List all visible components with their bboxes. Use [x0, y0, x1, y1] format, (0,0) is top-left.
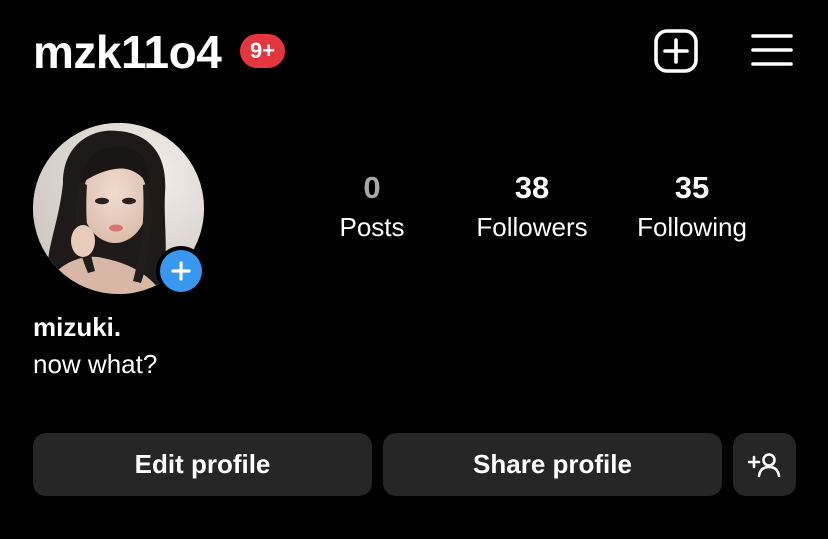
notification-badge[interactable]: 9+: [240, 34, 285, 68]
menu-button[interactable]: [748, 28, 796, 72]
edit-profile-button[interactable]: Edit profile: [33, 433, 372, 496]
plus-square-icon: [654, 29, 698, 73]
avatar-add-badge: [160, 250, 202, 292]
discover-people-button[interactable]: [733, 433, 796, 496]
display-name: mizuki.: [33, 312, 122, 342]
profile-username[interactable]: mzk11o4: [33, 24, 222, 80]
following-count: 35: [674, 170, 710, 205]
add-person-icon: [747, 452, 780, 477]
stat-posts[interactable]: 0 Posts: [292, 168, 452, 244]
share-profile-button[interactable]: Share profile: [383, 433, 722, 496]
plus-icon: [171, 261, 191, 281]
followers-label: Followers: [476, 212, 588, 242]
hamburger-menu-icon: [751, 34, 793, 66]
create-post-button[interactable]: [652, 27, 700, 75]
stat-following[interactable]: 35 Following: [612, 168, 772, 244]
following-label: Following: [637, 212, 747, 242]
followers-count: 38: [514, 170, 550, 205]
posts-label: Posts: [339, 212, 405, 242]
add-story-button[interactable]: [156, 246, 206, 296]
bio-text: now what?: [33, 349, 158, 379]
stat-followers[interactable]: 38 Followers: [452, 168, 612, 244]
posts-count: 0: [363, 170, 381, 205]
